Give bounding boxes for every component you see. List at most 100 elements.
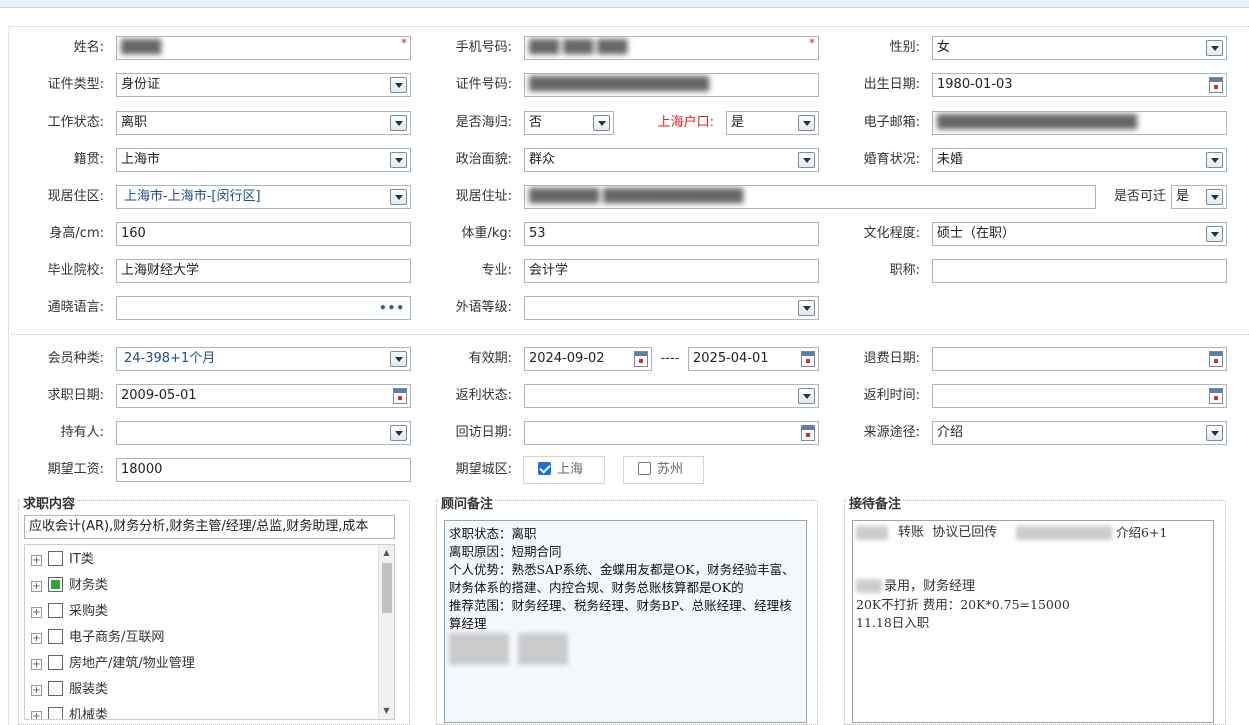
chevron-down-icon[interactable] — [1206, 189, 1223, 205]
chevron-down-icon[interactable] — [1206, 226, 1223, 242]
more-icon[interactable]: ••• — [379, 297, 405, 319]
chevron-down-icon[interactable] — [798, 388, 815, 404]
job-content-summary-field[interactable]: 应收会计(AR),财务分析,财务主管/经理/总监,财务助理,成本 — [24, 515, 395, 539]
expand-icon[interactable]: + — [31, 711, 42, 719]
expand-icon[interactable]: + — [31, 685, 42, 696]
chevron-down-icon[interactable] — [390, 425, 407, 441]
checkbox-unchecked-icon[interactable] — [48, 629, 63, 644]
tree-item[interactable]: + 采购类 — [31, 601, 108, 623]
source-select[interactable]: 介绍 — [932, 421, 1227, 445]
checkbox-checked-icon[interactable] — [538, 462, 551, 475]
expand-icon[interactable]: + — [31, 555, 42, 566]
chevron-down-icon[interactable] — [390, 351, 407, 367]
scroll-up-icon[interactable]: ▲ — [379, 545, 394, 561]
political-status-select[interactable]: 群众 — [524, 148, 819, 172]
expected-city-label: 期望城区: — [455, 462, 512, 477]
validity-start-field[interactable]: 2024-09-02 — [524, 347, 652, 371]
tree-item[interactable]: + 房地产/建筑/物业管理 — [31, 653, 195, 675]
expand-icon[interactable]: + — [31, 633, 42, 644]
holder-select[interactable] — [116, 421, 411, 445]
city-option-shanghai[interactable]: 上海 — [523, 456, 605, 484]
id-number-field[interactable]: ██████████████████ — [524, 73, 819, 97]
weight-field[interactable]: 53 — [524, 222, 819, 246]
foreign-level-select[interactable] — [524, 296, 819, 320]
validity-end-value: 2025-04-01 — [693, 351, 769, 366]
gender-select[interactable]: 女 — [932, 36, 1227, 60]
residence-area-select[interactable]: 上海市-上海市-[闵行区] — [116, 185, 411, 209]
tree-item[interactable]: + 服装类 — [31, 679, 108, 701]
chevron-down-icon[interactable] — [1206, 40, 1223, 56]
chevron-down-icon[interactable] — [798, 115, 815, 131]
chevron-down-icon[interactable] — [390, 189, 407, 205]
residence-area-label: 现居住区: — [47, 189, 104, 204]
scroll-thumb[interactable] — [382, 563, 392, 613]
checkbox-unchecked-icon[interactable] — [48, 655, 63, 670]
expected-salary-field[interactable]: 18000 — [116, 458, 411, 482]
job-seek-date-field[interactable]: 2009-05-01 — [116, 384, 411, 408]
title-field[interactable] — [932, 259, 1227, 283]
chevron-down-icon[interactable] — [1206, 152, 1223, 168]
calendar-icon[interactable] — [1209, 77, 1223, 93]
major-field[interactable]: 会计学 — [524, 259, 819, 283]
chevron-down-icon[interactable] — [390, 115, 407, 131]
mobile-label: 手机号码: — [455, 40, 512, 55]
calendar-icon[interactable] — [1209, 351, 1223, 367]
education-select[interactable]: 硕士（在职） — [932, 222, 1227, 246]
residence-address-label: 现居住址: — [455, 189, 512, 204]
birth-date-field[interactable]: 1980-01-03 — [932, 73, 1227, 97]
visit-date-field[interactable] — [524, 421, 819, 445]
chevron-down-icon[interactable] — [593, 115, 610, 131]
id-type-select[interactable]: 身份证 — [116, 73, 411, 97]
calendar-icon[interactable] — [801, 351, 815, 367]
email-field[interactable]: ████████████████████ — [932, 111, 1227, 135]
checkbox-partial-icon[interactable] — [48, 577, 63, 592]
calendar-icon[interactable] — [634, 351, 648, 367]
returnee-select[interactable]: 否 — [524, 111, 614, 135]
name-field[interactable]: ████ * — [116, 36, 411, 60]
expand-icon[interactable]: + — [31, 659, 42, 670]
city-option-label: 苏州 — [657, 462, 684, 477]
calendar-icon[interactable] — [1209, 388, 1223, 404]
consultant-notes-textarea[interactable]: 求职状态：离职 离职原因：短期合同 个人优势：熟悉SAP系统、金蝶用友都是OK，… — [444, 520, 807, 723]
checkbox-unchecked-icon[interactable] — [48, 681, 63, 696]
checkbox-unchecked-icon[interactable] — [48, 603, 63, 618]
native-place-select[interactable]: 上海市 — [116, 148, 411, 172]
political-status-value: 群众 — [529, 152, 556, 167]
languages-field[interactable]: ••• — [116, 296, 411, 320]
school-field[interactable]: 上海财经大学 — [116, 259, 411, 283]
checkbox-unchecked-icon[interactable] — [48, 707, 63, 719]
marital-status-select[interactable]: 未婚 — [932, 148, 1227, 172]
scroll-down-icon[interactable]: ▼ — [379, 703, 394, 719]
calendar-icon[interactable] — [393, 388, 407, 404]
checkbox-unchecked-icon[interactable] — [48, 551, 63, 566]
shanghai-hukou-select[interactable]: 是 — [726, 111, 819, 135]
refund-date-label: 退费日期: — [863, 351, 920, 366]
checkbox-unchecked-icon[interactable] — [638, 462, 651, 475]
calendar-icon[interactable] — [801, 425, 815, 441]
education-label: 文化程度: — [863, 226, 920, 241]
mobile-field[interactable]: ███ ███ ███ * — [524, 36, 819, 60]
residence-address-field[interactable]: ███████ ██████████████ — [524, 185, 1096, 209]
languages-label: 通晓语言: — [47, 300, 104, 315]
can-relocate-select[interactable]: 是 — [1171, 185, 1227, 209]
refund-date-field[interactable] — [932, 347, 1227, 371]
expand-icon[interactable]: + — [31, 607, 42, 618]
city-option-suzhou[interactable]: 苏州 — [623, 456, 704, 484]
member-type-select[interactable]: 24-398+1个月 — [116, 347, 411, 371]
chevron-down-icon[interactable] — [1206, 425, 1223, 441]
tree-item[interactable]: + IT类 — [31, 549, 94, 571]
rebate-status-select[interactable] — [524, 384, 819, 408]
chevron-down-icon[interactable] — [798, 300, 815, 316]
work-status-select[interactable]: 离职 — [116, 111, 411, 135]
chevron-down-icon[interactable] — [390, 152, 407, 168]
rebate-time-field[interactable] — [932, 384, 1227, 408]
height-field[interactable]: 160 — [116, 222, 411, 246]
tree-item[interactable]: + 电子商务/互联网 — [31, 627, 164, 649]
tree-item[interactable]: + 财务类 — [31, 575, 108, 597]
chevron-down-icon[interactable] — [390, 77, 407, 93]
chevron-down-icon[interactable] — [798, 152, 815, 168]
expand-icon[interactable]: + — [31, 581, 42, 592]
validity-end-field[interactable]: 2025-04-01 — [688, 347, 819, 371]
tree-item[interactable]: + 机械类 — [31, 705, 108, 719]
tree-scrollbar[interactable]: ▲ ▼ — [378, 545, 394, 719]
